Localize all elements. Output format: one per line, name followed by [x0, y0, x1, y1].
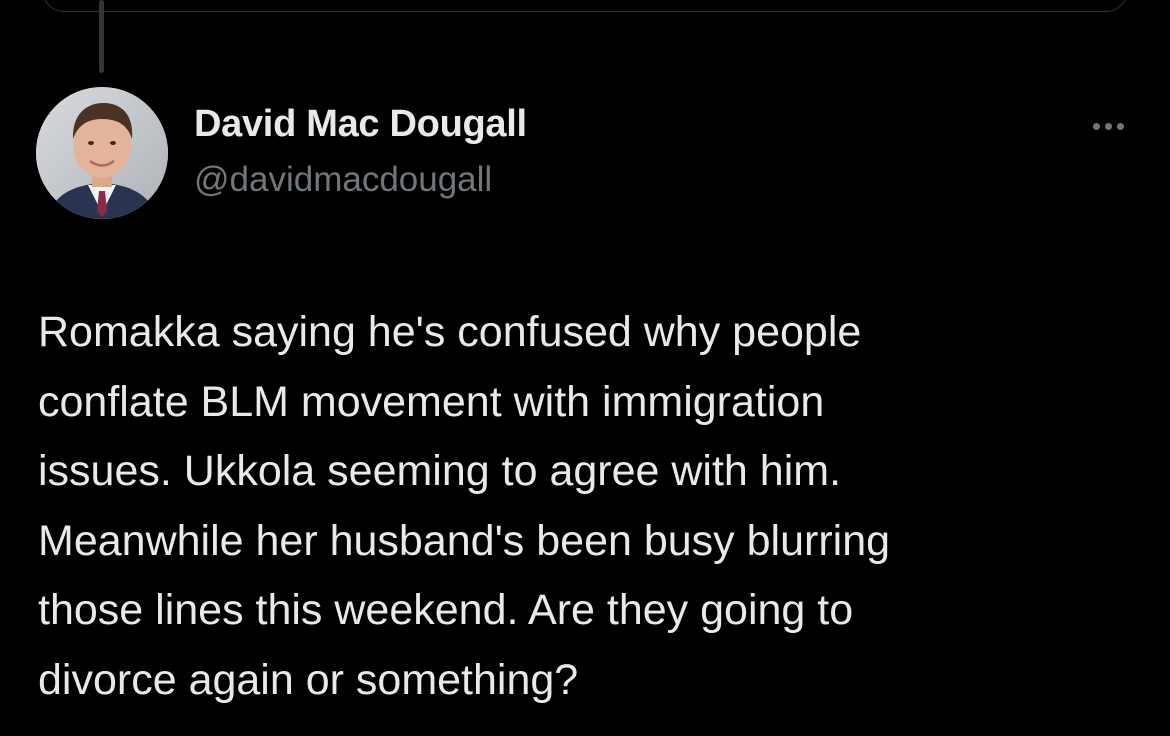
thread-connector-line — [99, 0, 104, 73]
quoted-post-card-edge[interactable] — [42, 0, 1128, 12]
author-handle[interactable]: @davidmacdougall — [194, 160, 492, 200]
more-horizontal-icon-dot — [1116, 122, 1124, 130]
more-options-button[interactable] — [1080, 112, 1136, 140]
more-horizontal-icon-dot — [1092, 122, 1100, 130]
post-text: Romakka saying he's confused why people … — [38, 308, 891, 704]
avatar-photo-icon — [36, 87, 168, 219]
more-horizontal-icon-dot — [1104, 122, 1112, 130]
author-display-name[interactable]: David Mac Dougall — [194, 103, 527, 146]
author-avatar[interactable] — [36, 87, 168, 219]
